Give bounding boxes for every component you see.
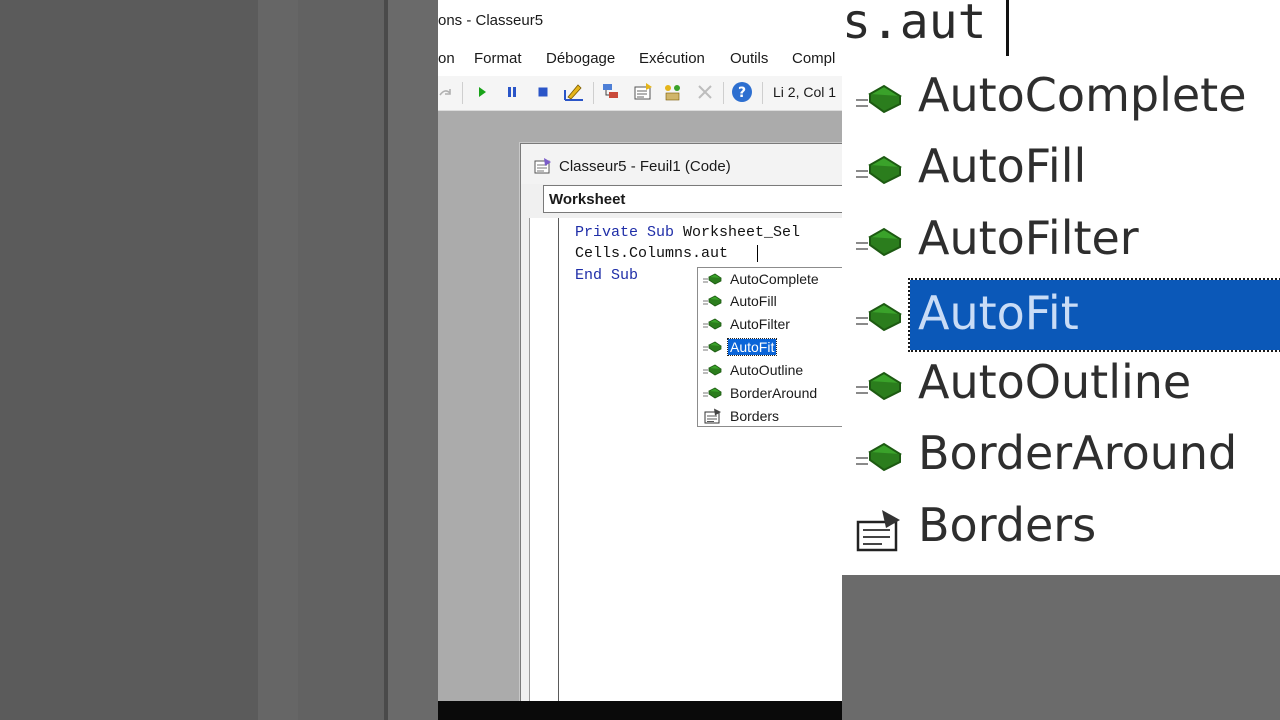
property-icon — [704, 408, 721, 424]
method-icon — [703, 295, 722, 307]
project-explorer-icon[interactable] — [600, 81, 622, 103]
toolbar-separator — [593, 82, 594, 104]
zoom-list-item: Borders — [842, 496, 1280, 568]
bg-band — [258, 0, 298, 720]
zoom-list-item: AutoFill — [842, 137, 1280, 209]
code-window-icon — [534, 158, 551, 174]
method-icon — [856, 84, 902, 114]
zoom-backdrop: s.aut AutoComplete AutoFill AutoFilter A… — [842, 0, 1280, 720]
autocomplete-item[interactable]: Borders — [698, 405, 848, 427]
code-line: Cells.Columns.aut — [575, 245, 729, 262]
autocomplete-item[interactable]: BorderAround — [698, 382, 848, 404]
object-dropdown[interactable]: Worksheet — [543, 185, 863, 213]
method-icon — [856, 302, 902, 332]
bg-band — [298, 0, 384, 720]
method-icon — [703, 387, 722, 399]
window-title: ons - Classeur5 — [438, 12, 544, 29]
menu-item-execution[interactable]: Exécution — [639, 50, 705, 67]
help-icon[interactable]: ? — [731, 81, 753, 103]
bg-band — [388, 0, 438, 720]
menu-item-format[interactable]: Format — [474, 50, 522, 67]
menu-item-outils[interactable]: Outils — [730, 50, 768, 67]
design-mode-icon[interactable] — [563, 81, 585, 103]
properties-icon[interactable] — [632, 81, 654, 103]
method-icon — [856, 155, 902, 185]
zoom-code-fragment: s.aut — [842, 0, 987, 50]
menu-item-debogage[interactable]: Débogage — [546, 50, 615, 67]
zoom-list-item: BorderAround — [842, 424, 1280, 496]
autocomplete-item[interactable]: AutoComplete — [698, 268, 848, 290]
autocomplete-item-selected[interactable]: AutoFit — [698, 336, 848, 358]
method-icon — [703, 341, 722, 353]
autocomplete-item[interactable]: AutoFilter — [698, 313, 848, 335]
code-window-titlebar[interactable]: Classeur5 - Feuil1 (Code) — [521, 144, 861, 184]
method-icon — [703, 273, 722, 285]
property-icon — [856, 510, 900, 552]
method-icon — [856, 227, 902, 257]
text-caret — [757, 245, 758, 262]
zoom-list-item-selected: AutoFit — [842, 278, 1280, 356]
left-background — [0, 0, 438, 720]
code-line: Private Sub Worksheet_Sel — [575, 224, 801, 241]
stop-icon[interactable] — [532, 81, 554, 103]
toolbar-separator — [762, 82, 763, 104]
method-icon — [856, 442, 902, 472]
method-icon — [856, 371, 902, 401]
toolbar-separator — [723, 82, 724, 104]
code-window-title: Classeur5 - Feuil1 (Code) — [559, 158, 731, 175]
bottom-bar — [438, 701, 842, 720]
title-bar: ons - Classeur5 — [438, 0, 842, 40]
object-browser-icon[interactable] — [662, 81, 684, 103]
object-dropdown-value: Worksheet — [549, 191, 626, 208]
svg-text:?: ? — [738, 85, 746, 101]
method-icon — [703, 364, 722, 376]
toolbar-separator — [462, 82, 463, 104]
code-line: End Sub — [575, 267, 639, 284]
zoom-list-item: AutoOutline — [842, 353, 1280, 425]
method-icon — [703, 318, 722, 330]
toolbox-icon[interactable] — [694, 81, 716, 103]
autocomplete-item[interactable]: AutoFill — [698, 290, 848, 312]
zoom-list-item: AutoFilter — [842, 209, 1280, 281]
redo-icon[interactable] — [438, 81, 456, 103]
cursor-position: Li 2, Col 1 — [773, 84, 837, 100]
menu-bar: on Format Débogage Exécution Outils Comp… — [438, 40, 842, 76]
autocomplete-list[interactable]: AutoComplete AutoFill AutoFilter AutoFit… — [697, 267, 847, 427]
menu-item-affichage[interactable]: on — [438, 50, 455, 67]
standard-toolbar: ? Li 2, Col 1 — [438, 76, 842, 111]
run-icon[interactable] — [471, 81, 493, 103]
autocomplete-item[interactable]: AutoOutline — [698, 359, 848, 381]
pause-icon[interactable] — [501, 81, 523, 103]
menu-item-complements[interactable]: Compl — [792, 50, 835, 67]
code-margin — [530, 218, 559, 704]
zoom-caret — [1006, 0, 1009, 56]
zoom-list-item: AutoComplete — [842, 66, 1280, 138]
